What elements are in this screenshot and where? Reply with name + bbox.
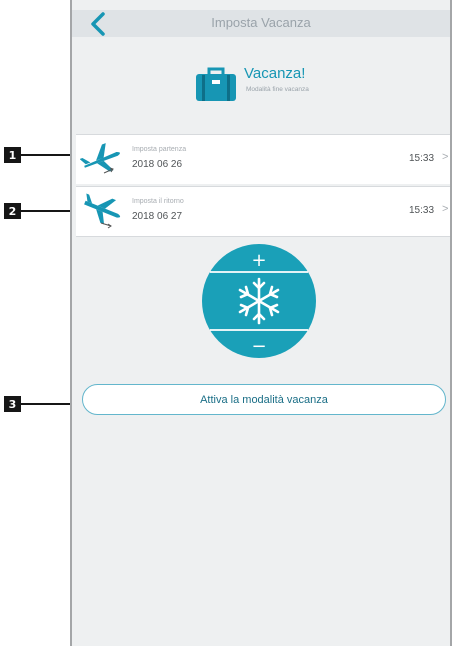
callout-3: 3 bbox=[4, 396, 21, 412]
activate-vacation-button[interactable]: Attiva la modalità vacanza bbox=[82, 384, 446, 415]
callout-1: 1 bbox=[4, 147, 21, 163]
decrease-button[interactable]: − bbox=[251, 336, 266, 357]
return-row[interactable]: Imposta il ritorno 2018 06 27 15:33 > bbox=[76, 186, 450, 237]
vacation-subtitle: Modalità fine vacanza bbox=[246, 86, 309, 93]
top-bar: Imposta Vacanza bbox=[72, 10, 450, 37]
callout-1-line bbox=[21, 154, 70, 156]
departure-time: 15:33 bbox=[409, 153, 435, 164]
vacation-title: Vacanza! bbox=[244, 65, 306, 82]
return-label: Imposta il ritorno bbox=[132, 198, 184, 205]
return-time: 15:33 bbox=[409, 205, 435, 216]
callout-2: 2 bbox=[4, 203, 21, 219]
vacation-header: Vacanza! Modalità fine vacanza bbox=[72, 58, 450, 118]
suitcase-icon bbox=[196, 67, 236, 101]
increase-button[interactable]: + bbox=[251, 250, 266, 271]
departure-date: 2018 06 26 bbox=[132, 159, 183, 170]
phone-screen: Imposta Vacanza Vacanza! Modalità fine v… bbox=[70, 0, 452, 646]
page-title: Imposta Vacanza bbox=[211, 15, 311, 30]
plane-arrival-icon bbox=[84, 193, 121, 229]
chevron-right-icon: > bbox=[442, 151, 449, 163]
callout-2-line bbox=[21, 210, 70, 212]
temperature-dial[interactable]: + − bbox=[200, 242, 318, 360]
chevron-right-icon: > bbox=[442, 203, 449, 215]
departure-row[interactable]: Imposta partenza 2018 06 26 15:33 > bbox=[76, 134, 450, 184]
departure-label: Imposta partenza bbox=[132, 146, 187, 153]
plane-departure-icon bbox=[80, 143, 120, 174]
return-date: 2018 06 27 bbox=[132, 211, 183, 222]
